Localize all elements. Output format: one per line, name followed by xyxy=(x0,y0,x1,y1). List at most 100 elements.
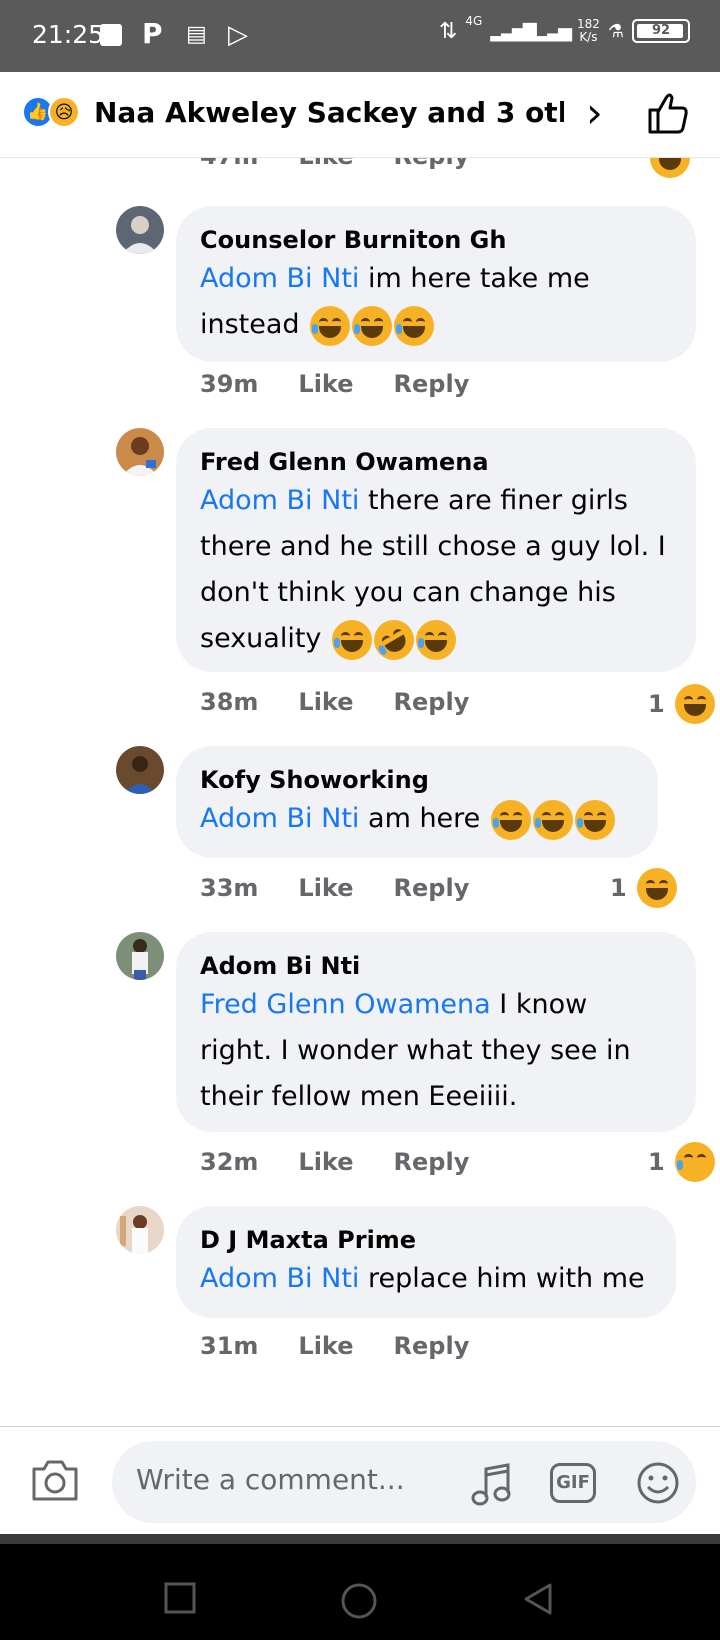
status-bar: 21:25 P ▤ ▷ ⇅ 4G ▂▃▅▇ ▂▃▅ 182 K/s ⚗ 92 xyxy=(0,0,720,72)
network-speed: 182 K/s xyxy=(577,18,600,44)
like-link[interactable]: Like xyxy=(298,158,353,170)
mention-link[interactable]: Fred Glenn Owamena xyxy=(200,989,491,1020)
comment-bubble[interactable]: Fred Glenn Owamena Adom Bi Nti there are… xyxy=(176,428,696,672)
comment-time: 32m xyxy=(200,1148,259,1176)
recents-icon[interactable] xyxy=(164,1582,196,1614)
comment-time: 47m xyxy=(200,158,258,170)
comment-time: 31m xyxy=(200,1332,259,1360)
comment-text-part: there are finer girls xyxy=(359,485,629,516)
comment-text-part: their fellow men Eeeiiii. xyxy=(200,1081,518,1112)
rolling-laughing-emoji-icon xyxy=(366,612,422,667)
home-icon[interactable] xyxy=(340,1582,378,1620)
tears-of-joy-emoji-icon xyxy=(532,799,573,840)
reply-link[interactable]: Reply xyxy=(394,874,470,902)
like-link[interactable]: Like xyxy=(298,874,353,902)
laughing-emoji-icon xyxy=(674,684,715,724)
tears-of-joy-emoji-icon xyxy=(490,799,531,840)
comment-meta: 31m Like Reply xyxy=(200,1332,469,1360)
avatar[interactable] xyxy=(116,1206,164,1254)
like-link[interactable]: Like xyxy=(298,370,353,398)
mention-link[interactable]: Adom Bi Nti xyxy=(200,263,359,294)
battery-icon: 92 xyxy=(632,19,690,43)
comment-placeholder[interactable]: Write a comment... xyxy=(136,1463,405,1496)
notification-app-icon: ▤ xyxy=(186,22,207,47)
comment-bubble[interactable]: Counselor Burniton Gh Adom Bi Nti im her… xyxy=(176,206,696,362)
flask-icon: ⚗ xyxy=(607,20,624,42)
avatar[interactable] xyxy=(116,206,164,254)
comment-text-part: im here take me xyxy=(359,263,590,294)
comment-feed[interactable]: 47m Like Reply Counselor Burniton Gh Ado… xyxy=(0,158,720,1426)
comment-bubble[interactable]: Kofy Showorking Adom Bi Nti am here xyxy=(176,746,658,858)
comment-text-part: sexuality xyxy=(200,623,322,654)
back-icon[interactable] xyxy=(522,1582,554,1616)
comment-bubble[interactable]: D J Maxta Prime Adom Bi Nti replace him … xyxy=(176,1206,676,1318)
like-link[interactable]: Like xyxy=(298,688,353,716)
like-link[interactable]: Like xyxy=(298,1148,353,1176)
comment-text-part: instead xyxy=(200,309,300,340)
data-transfer-icon: ⇅ xyxy=(438,18,458,44)
reaction-chip-partial[interactable] xyxy=(648,158,690,178)
comment-author[interactable]: Adom Bi Nti xyxy=(200,950,672,982)
comment-composer: Write a comment... GIF xyxy=(0,1426,720,1534)
avatar[interactable] xyxy=(116,932,164,980)
gif-button[interactable]: GIF xyxy=(550,1463,596,1503)
reaction-chip[interactable]: 1 xyxy=(648,684,715,724)
comment-author[interactable]: D J Maxta Prime xyxy=(200,1224,652,1256)
comment-text-part: don't think you can change his xyxy=(200,577,616,608)
comment-time: 39m xyxy=(200,370,259,398)
status-time: 21:25 xyxy=(32,20,105,49)
reactions-header[interactable]: 👍 😥 Naa Akweley Sackey and 3 oth... › xyxy=(0,72,720,158)
comment-text: Adom Bi Nti am here xyxy=(200,796,634,842)
comment-author[interactable]: Kofy Showorking xyxy=(200,764,634,796)
speed-unit: K/s xyxy=(579,30,598,44)
reaction-count: 1 xyxy=(648,690,665,718)
comment-author[interactable]: Counselor Burniton Gh xyxy=(200,224,672,256)
reactions-title[interactable]: Naa Akweley Sackey and 3 oth... xyxy=(94,96,564,129)
music-icon[interactable] xyxy=(470,1461,514,1507)
comment-text-part: replace him with me xyxy=(359,1263,645,1294)
chevron-right-icon[interactable]: › xyxy=(586,88,603,137)
comment-text-part: there and he still chose a guy lol. I xyxy=(200,531,666,562)
reply-link[interactable]: Reply xyxy=(394,370,470,398)
mention-link[interactable]: Adom Bi Nti xyxy=(200,803,359,834)
tears-of-joy-emoji-icon xyxy=(394,305,435,346)
comment-text-part: right. I wonder what they see in xyxy=(200,1035,631,1066)
reaction-count: 1 xyxy=(610,874,627,902)
comment-text: Adom Bi Nti there are finer girls there … xyxy=(200,478,672,667)
reaction-count: 1 xyxy=(648,1148,665,1176)
reply-link[interactable]: Reply xyxy=(394,1332,470,1360)
camera-icon[interactable] xyxy=(30,1457,80,1503)
reply-link[interactable]: Reply xyxy=(394,1148,470,1176)
emoji-picker-icon[interactable] xyxy=(636,1461,680,1505)
like-button-icon[interactable] xyxy=(644,90,690,136)
comment-text-part: I know xyxy=(490,989,588,1020)
status-right: ⇅ 4G ▂▃▅▇ ▂▃▅ 182 K/s ⚗ 92 xyxy=(438,14,690,44)
laughing-emoji-icon xyxy=(636,868,677,908)
network-label: 4G xyxy=(465,14,483,28)
like-link[interactable]: Like xyxy=(298,1332,353,1360)
mention-link[interactable]: Adom Bi Nti xyxy=(200,1263,359,1294)
signal-icon: ▂▃▅▇ ▂▃▅ xyxy=(490,20,572,42)
notification-play-icon: ▷ xyxy=(228,20,248,50)
comment-meta: 38m Like Reply xyxy=(200,688,469,716)
avatar[interactable] xyxy=(116,746,164,794)
reaction-chip[interactable]: 1 xyxy=(610,868,677,908)
reply-link[interactable]: Reply xyxy=(394,158,470,170)
avatar[interactable] xyxy=(116,428,164,476)
comment-author[interactable]: Fred Glenn Owamena xyxy=(200,446,672,478)
comment-bubble[interactable]: Adom Bi Nti Fred Glenn Owamena I know ri… xyxy=(176,932,696,1132)
comment-input[interactable]: Write a comment... GIF xyxy=(112,1441,696,1523)
comment-text: Adom Bi Nti replace him with me xyxy=(200,1256,652,1302)
mention-link[interactable]: Adom Bi Nti xyxy=(200,485,359,516)
battery-level: 92 xyxy=(651,23,671,38)
comment-meta-partial: 47m Like Reply xyxy=(200,158,469,170)
speed-value: 182 xyxy=(576,17,600,31)
comment-text: Adom Bi Nti im here take me instead xyxy=(200,256,672,348)
comment-text: Fred Glenn Owamena I know right. I wonde… xyxy=(200,982,672,1120)
comment-meta: 33m Like Reply xyxy=(200,874,469,902)
comment-meta: 32m Like Reply xyxy=(200,1148,469,1176)
reply-link[interactable]: Reply xyxy=(394,688,470,716)
sad-reaction-icon: 😥 xyxy=(48,96,80,128)
reaction-chip[interactable]: 1 xyxy=(648,1142,715,1182)
tears-of-joy-emoji-icon xyxy=(332,619,373,660)
